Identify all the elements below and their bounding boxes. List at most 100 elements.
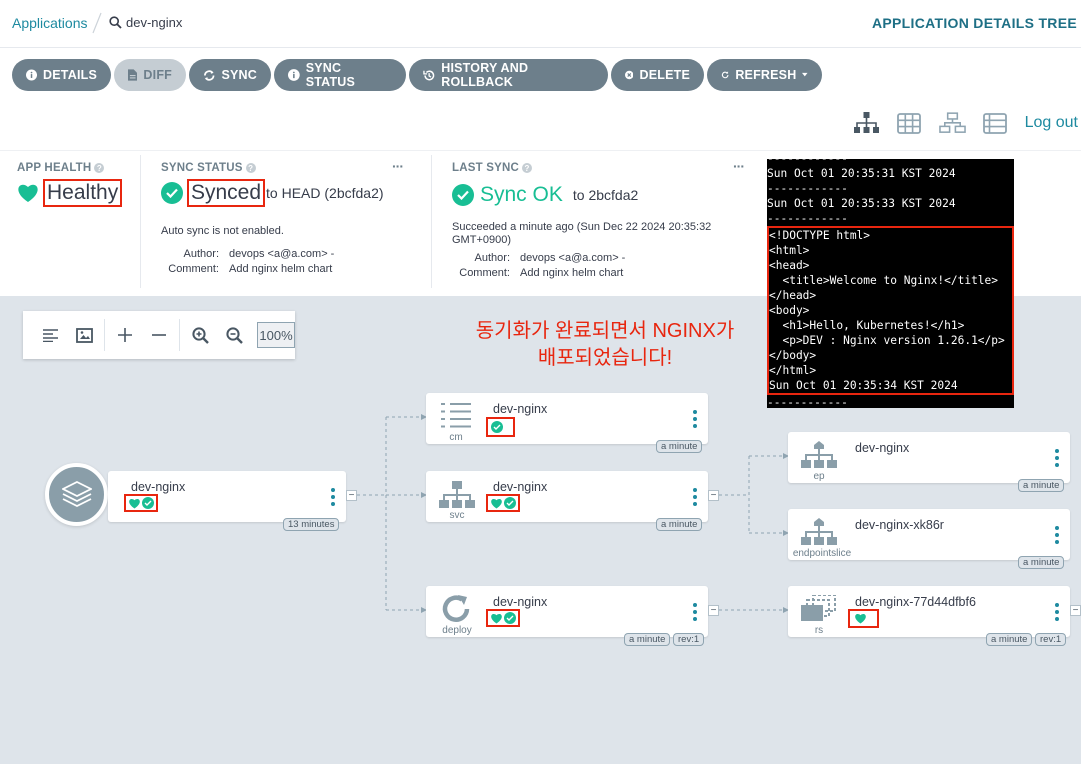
diff-button-label: DIFF — [143, 68, 172, 82]
terminal-output: ------------ Sun Oct 01 20:35:31 KST 202… — [767, 159, 1014, 408]
layers-icon — [61, 480, 92, 507]
author-key: Author: — [183, 248, 219, 260]
check-circle-icon — [161, 182, 183, 204]
history-and-rollback-button[interactable]: HISTORY AND ROLLBACK — [409, 59, 608, 91]
service-icon — [439, 481, 475, 508]
resource-node-ep[interactable]: ep dev-nginx a minute — [788, 432, 1070, 492]
breadcrumb-separator — [92, 12, 102, 34]
last-sync-label-text: LAST SYNC — [452, 162, 519, 174]
node-menu-icon[interactable] — [1054, 603, 1060, 621]
last-sync-more-button[interactable]: ··· — [733, 158, 745, 174]
resource-node-deploy[interactable]: deploy dev-nginx a minute rev:1 — [426, 586, 708, 646]
file-diff-icon — [128, 69, 138, 81]
check-circle-icon — [142, 497, 154, 509]
help-icon[interactable]: ? — [521, 163, 532, 173]
sync-status-value: Synced — [187, 179, 266, 207]
node-kind: svc — [449, 510, 465, 521]
history-icon — [423, 69, 435, 80]
details-button[interactable]: DETAILS — [12, 59, 111, 91]
age-tag: a minute — [656, 440, 703, 453]
node-name: dev-nginx — [131, 480, 186, 494]
collapse-toggle[interactable]: − — [708, 490, 719, 501]
check-circle-icon — [504, 612, 516, 624]
node-kind: deploy — [442, 625, 472, 636]
resource-node-cm[interactable]: cm dev-nginx a minute — [426, 393, 708, 453]
author-value: devops <a@a.com> - — [520, 252, 626, 264]
pods-view-icon[interactable] — [896, 111, 923, 135]
sync-button[interactable]: SYNC — [189, 59, 271, 91]
collapse-toggle[interactable]: − — [708, 605, 719, 616]
endpoints-icon — [801, 441, 837, 468]
author-key: Author: — [474, 252, 510, 264]
resource-node-endpointslice[interactable]: endpointslice dev-nginx-xk86r a minute — [788, 509, 1070, 569]
app-health-status: Healthy — [17, 179, 123, 207]
sync-button-label: SYNC — [221, 68, 257, 82]
details-button-label: DETAILS — [43, 68, 97, 82]
network-view-icon[interactable] — [938, 111, 966, 135]
breadcrumb-applications-link[interactable]: Applications — [12, 15, 88, 31]
node-menu-icon[interactable] — [330, 488, 336, 506]
heart-icon — [18, 184, 38, 202]
sync-status-button[interactable]: SYNC STATUS — [274, 59, 406, 91]
terminal-line: Sun Oct 01 20:35:33 KST 2024 — [767, 197, 956, 210]
delete-button-label: DELETE — [639, 68, 690, 82]
refresh-button-label: REFRESH — [735, 68, 797, 82]
node-menu-icon[interactable] — [692, 488, 698, 506]
revision-tag: rev:1 — [673, 633, 705, 646]
comment-key: Comment: — [459, 267, 510, 279]
node-name: dev-nginx-xk86r — [855, 518, 944, 532]
node-menu-icon[interactable] — [1054, 526, 1060, 544]
sync-status-label-text: SYNC STATUS — [161, 162, 243, 174]
terminal-line: <body> — [769, 304, 810, 317]
tree-view-icon[interactable] — [853, 111, 880, 135]
check-circle-icon — [491, 421, 503, 433]
sync-status-status: Synced to HEAD (2bcfda2) — [161, 179, 384, 207]
sync-status-more-button[interactable]: ··· — [392, 158, 404, 174]
view-switcher: Log out — [853, 111, 1078, 135]
terminal-line: <!DOCTYPE html> — [769, 229, 871, 242]
application-node[interactable]: dev-nginx 13 minutes — [108, 471, 346, 531]
node-name: dev-nginx — [855, 441, 910, 455]
terminal-line: Sun Oct 01 20:35:31 KST 2024 — [767, 167, 956, 180]
help-icon[interactable]: ? — [245, 163, 256, 173]
logout-link[interactable]: Log out — [1025, 114, 1078, 132]
collapse-toggle[interactable]: − — [346, 490, 357, 501]
node-menu-icon[interactable] — [692, 410, 698, 428]
delete-button[interactable]: DELETE — [611, 59, 704, 91]
list-view-icon[interactable] — [982, 111, 1009, 135]
node-status-icons — [486, 417, 515, 437]
terminal-line: ------------ — [767, 182, 848, 195]
terminal-line: ------------ — [767, 159, 1014, 166]
terminal-line: ------------ — [767, 212, 848, 225]
app-health-label: APP HEALTH ? — [17, 162, 105, 174]
application-node-icon[interactable] — [45, 463, 108, 526]
breadcrumb-current-label: dev-nginx — [126, 15, 183, 30]
page-title: APPLICATION DETAILS TREE — [871, 15, 1077, 31]
node-kind: ep — [813, 471, 825, 482]
resource-node-svc[interactable]: svc dev-nginx a minute — [426, 471, 708, 531]
breadcrumb-current[interactable]: dev-nginx — [109, 15, 182, 30]
annotation-line-2: 배포되었습니다! — [537, 347, 673, 369]
auto-sync-note: Auto sync is not enabled. — [161, 225, 284, 237]
node-menu-icon[interactable] — [692, 603, 698, 621]
terminal-line: Sun Oct 01 20:35:34 KST 2024 — [769, 379, 958, 392]
last-sync-label: LAST SYNC ? — [452, 162, 532, 174]
help-icon[interactable]: ? — [94, 163, 105, 173]
node-menu-icon[interactable] — [1054, 449, 1060, 467]
heart-icon — [129, 498, 140, 508]
diff-button[interactable]: DIFF — [114, 59, 186, 91]
age-tag: a minute — [1018, 556, 1065, 569]
node-name: dev-nginx — [493, 595, 548, 609]
delete-icon — [625, 70, 634, 80]
refresh-button[interactable]: REFRESH — [707, 59, 822, 91]
heart-icon — [491, 613, 502, 623]
info-icon — [26, 69, 38, 81]
sync-status-target: to HEAD (2bcfda2) — [266, 185, 384, 201]
collapse-toggle[interactable]: − — [1070, 605, 1081, 616]
configmap-icon — [441, 403, 471, 428]
annotation-note: 동기화가 완료되면서 NGINX가 배포되었습니다! — [450, 318, 760, 372]
resource-node-rs[interactable]: rs dev-nginx-77d44dfbf6 a minute rev:1 — [788, 586, 1070, 646]
age-tag: 13 minutes — [283, 518, 340, 531]
last-sync-status: Sync OK to 2bcfda2 — [452, 183, 638, 207]
panel-divider — [431, 155, 432, 288]
